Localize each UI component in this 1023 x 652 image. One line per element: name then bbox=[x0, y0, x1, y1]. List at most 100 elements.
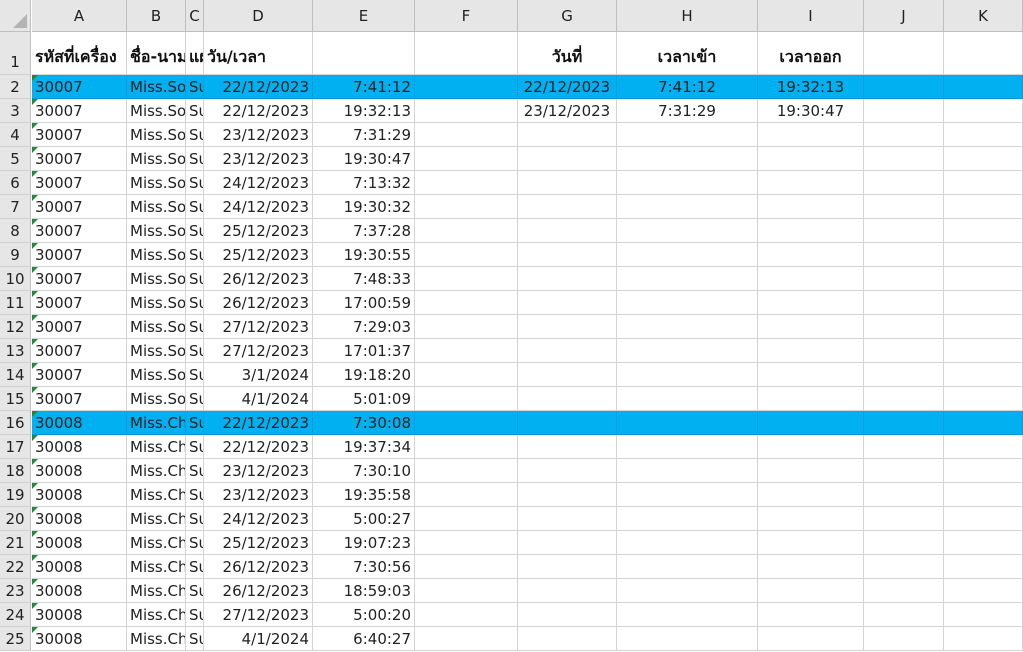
cell-dept[interactable]: Su bbox=[186, 195, 204, 219]
cell-id[interactable]: 30007 bbox=[32, 339, 127, 363]
cell-empty[interactable] bbox=[758, 171, 864, 195]
row-header-25[interactable]: 25 bbox=[0, 627, 31, 651]
cell-summary-date[interactable]: 22/12/2023 bbox=[518, 75, 617, 99]
cell-name[interactable]: Miss.So bbox=[127, 75, 186, 99]
cell-id[interactable]: 30008 bbox=[32, 483, 127, 507]
cell-id[interactable]: 30008 bbox=[32, 459, 127, 483]
cell-time[interactable]: 7:31:29 bbox=[313, 123, 415, 147]
cell-time[interactable]: 5:00:20 bbox=[313, 603, 415, 627]
header-cell-e[interactable] bbox=[313, 32, 415, 75]
cell-empty[interactable] bbox=[864, 363, 944, 387]
cell-empty[interactable] bbox=[617, 267, 758, 291]
cell-empty[interactable] bbox=[864, 147, 944, 171]
cell-empty[interactable] bbox=[415, 603, 518, 627]
cell-empty[interactable] bbox=[617, 603, 758, 627]
cell-date[interactable]: 3/1/2024 bbox=[204, 363, 313, 387]
cell-dept[interactable]: Su bbox=[186, 579, 204, 603]
cell-empty[interactable] bbox=[617, 459, 758, 483]
cell-name[interactable]: Miss.Ch bbox=[127, 507, 186, 531]
cell-empty[interactable] bbox=[944, 507, 1023, 531]
cell-time[interactable]: 7:30:08 bbox=[313, 411, 415, 435]
cell-empty[interactable] bbox=[944, 483, 1023, 507]
cell-name[interactable]: Miss.Ch bbox=[127, 411, 186, 435]
cell-empty[interactable] bbox=[944, 267, 1023, 291]
header-cell-h[interactable]: เวลาเข้า bbox=[617, 32, 758, 75]
cell-id[interactable]: 30008 bbox=[32, 555, 127, 579]
row-header-1[interactable]: 1 bbox=[0, 32, 31, 75]
cell-empty[interactable] bbox=[758, 603, 864, 627]
cell-empty[interactable] bbox=[758, 411, 864, 435]
row-header-10[interactable]: 10 bbox=[0, 267, 31, 291]
row-header-4[interactable]: 4 bbox=[0, 123, 31, 147]
cell-empty[interactable] bbox=[944, 243, 1023, 267]
cell-summary-in[interactable]: 7:41:12 bbox=[617, 75, 758, 99]
cell-empty[interactable] bbox=[864, 387, 944, 411]
cell-id[interactable]: 30007 bbox=[32, 267, 127, 291]
cell-date[interactable]: 4/1/2024 bbox=[204, 627, 313, 651]
cell-empty[interactable] bbox=[415, 195, 518, 219]
cell-name[interactable]: Miss.So bbox=[127, 147, 186, 171]
spreadsheet-grid[interactable]: A B C D E F G H I J K 1 2 3 4 5 6 7 8 9 10 11 12 13 14 15 16 17 18 19… bbox=[0, 0, 1023, 652]
row-header-8[interactable]: 8 bbox=[0, 219, 31, 243]
cell-id[interactable]: 30008 bbox=[32, 627, 127, 651]
header-cell-a[interactable]: รหัสที่เครื่อง bbox=[32, 32, 127, 75]
cell-time[interactable]: 7:30:10 bbox=[313, 459, 415, 483]
cell-name[interactable]: Miss.So bbox=[127, 243, 186, 267]
cell-empty[interactable] bbox=[617, 363, 758, 387]
cell-empty[interactable] bbox=[944, 339, 1023, 363]
cell-id[interactable]: 30007 bbox=[32, 219, 127, 243]
cell-date[interactable]: 27/12/2023 bbox=[204, 339, 313, 363]
cell-empty[interactable] bbox=[415, 147, 518, 171]
cell-empty[interactable] bbox=[415, 243, 518, 267]
cell-id[interactable]: 30007 bbox=[32, 315, 127, 339]
cell-id[interactable]: 30007 bbox=[32, 171, 127, 195]
cell-dept[interactable]: Su bbox=[186, 99, 204, 123]
cell-empty[interactable] bbox=[758, 579, 864, 603]
cell-empty[interactable] bbox=[415, 123, 518, 147]
cell-date[interactable]: 25/12/2023 bbox=[204, 243, 313, 267]
cell-empty[interactable] bbox=[758, 459, 864, 483]
cell-empty[interactable] bbox=[864, 483, 944, 507]
header-cell-g[interactable]: วันที่ bbox=[518, 32, 617, 75]
cell-dept[interactable]: Su bbox=[186, 387, 204, 411]
cell-time[interactable]: 6:40:27 bbox=[313, 627, 415, 651]
cell-name[interactable]: Miss.So bbox=[127, 363, 186, 387]
cell-empty[interactable] bbox=[415, 363, 518, 387]
cell-empty[interactable] bbox=[518, 507, 617, 531]
cell-empty[interactable] bbox=[617, 411, 758, 435]
cell-empty[interactable] bbox=[415, 387, 518, 411]
cell-empty[interactable] bbox=[415, 339, 518, 363]
cell-name[interactable]: Miss.So bbox=[127, 339, 186, 363]
column-header-c[interactable]: C bbox=[186, 0, 204, 32]
cell-empty[interactable] bbox=[864, 315, 944, 339]
cell-name[interactable]: Miss.Ch bbox=[127, 579, 186, 603]
cell-time[interactable]: 19:18:20 bbox=[313, 363, 415, 387]
cell-empty[interactable] bbox=[758, 243, 864, 267]
cell-empty[interactable] bbox=[758, 219, 864, 243]
header-cell-j[interactable] bbox=[864, 32, 944, 75]
cell-time[interactable]: 7:13:32 bbox=[313, 171, 415, 195]
cell-empty[interactable] bbox=[864, 459, 944, 483]
cell-summary-in[interactable]: 7:31:29 bbox=[617, 99, 758, 123]
cell-empty[interactable] bbox=[944, 459, 1023, 483]
cell-empty[interactable] bbox=[864, 531, 944, 555]
cell-id[interactable]: 30007 bbox=[32, 387, 127, 411]
cell-empty[interactable] bbox=[944, 627, 1023, 651]
cell-empty[interactable] bbox=[415, 75, 518, 99]
row-header-12[interactable]: 12 bbox=[0, 315, 31, 339]
cell-empty[interactable] bbox=[944, 579, 1023, 603]
header-cell-f[interactable] bbox=[415, 32, 518, 75]
cell-id[interactable]: 30008 bbox=[32, 435, 127, 459]
cell-empty[interactable] bbox=[864, 219, 944, 243]
cell-empty[interactable] bbox=[864, 507, 944, 531]
cell-empty[interactable] bbox=[518, 195, 617, 219]
cell-id[interactable]: 30007 bbox=[32, 363, 127, 387]
cell-empty[interactable] bbox=[415, 459, 518, 483]
cell-time[interactable]: 7:30:56 bbox=[313, 555, 415, 579]
cell-id[interactable]: 30007 bbox=[32, 147, 127, 171]
column-header-f[interactable]: F bbox=[415, 0, 518, 32]
cell-empty[interactable] bbox=[864, 627, 944, 651]
cell-empty[interactable] bbox=[944, 531, 1023, 555]
cell-name[interactable]: Miss.So bbox=[127, 315, 186, 339]
cell-empty[interactable] bbox=[944, 411, 1023, 435]
